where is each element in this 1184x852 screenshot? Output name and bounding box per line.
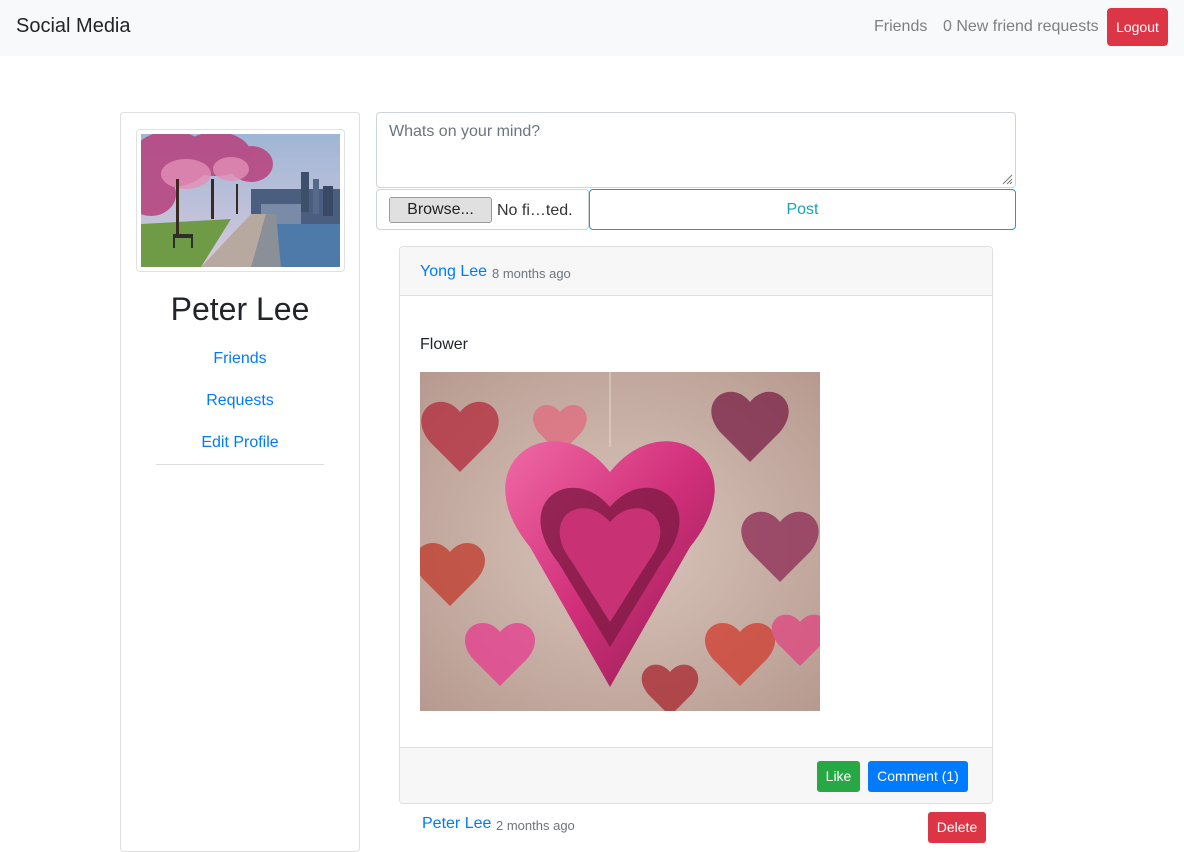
profile-photo — [141, 134, 340, 267]
post-input-placeholder: Whats on your mind? — [389, 123, 541, 140]
post-text: Flower — [420, 336, 469, 353]
profile-name: Peter Lee — [170, 291, 310, 327]
post-header: Yong Lee 8 months ago — [400, 247, 992, 296]
logout-button[interactable]: Logout — [1107, 8, 1168, 46]
profile-sidebar: Peter Lee Friends Requests Edit Profile — [120, 112, 360, 852]
post-footer: Like Comment (1) — [400, 747, 992, 803]
browse-button[interactable]: Browse... — [389, 197, 492, 223]
sidebar-item-edit-profile[interactable]: Edit Profile — [121, 434, 359, 452]
post-card: Yong Lee 8 months ago Flower Like Commen… — [399, 246, 993, 804]
resize-grip-icon[interactable] — [1001, 173, 1013, 185]
profile-photo-frame — [136, 129, 345, 272]
sidebar-divider — [156, 464, 324, 465]
post-author-link[interactable]: Yong Lee — [420, 263, 487, 281]
file-input[interactable]: Browse... No fi…ted. — [376, 189, 589, 230]
nav-friend-requests-link[interactable]: 0 New friend requests — [943, 18, 1099, 36]
post-image — [420, 372, 820, 711]
top-navbar: Social Media Friends 0 New friend reques… — [0, 0, 1184, 56]
like-button[interactable]: Like — [817, 761, 860, 792]
sidebar-item-requests[interactable]: Requests — [121, 392, 359, 410]
post-timestamp: 8 months ago — [492, 266, 571, 281]
next-post-author-link[interactable]: Peter Lee — [422, 815, 491, 833]
post-input[interactable]: Whats on your mind? — [376, 112, 1016, 188]
next-post-timestamp: 2 months ago — [496, 818, 575, 833]
delete-button[interactable]: Delete — [928, 812, 986, 843]
post-button[interactable]: Post — [589, 189, 1016, 230]
comment-button[interactable]: Comment (1) — [868, 761, 968, 792]
nav-friends-link[interactable]: Friends — [874, 18, 927, 36]
file-status-label: No fi…ted. — [497, 202, 573, 219]
brand-logo[interactable]: Social Media — [16, 15, 131, 38]
sidebar-item-friends[interactable]: Friends — [121, 350, 359, 368]
